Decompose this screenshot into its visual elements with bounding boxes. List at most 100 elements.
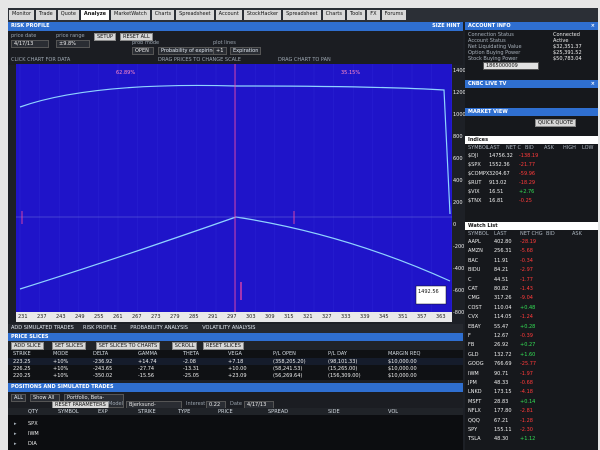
watch-symbol[interactable]: SPY (468, 427, 477, 433)
expiration-button[interactable]: Expiration (230, 47, 262, 55)
watch-list-title-text: Watch List (468, 223, 498, 229)
tab-monitor[interactable]: Monitor (9, 10, 35, 20)
watch-symbol[interactable]: BIDU (468, 267, 480, 273)
watch-symbol[interactable]: EBAY (468, 324, 481, 330)
watch-symbol[interactable]: F (468, 333, 471, 339)
tab-charts[interactable]: Charts (151, 10, 175, 20)
index-symbol[interactable]: $VIX (468, 189, 480, 195)
x-tick-label: 333 (341, 314, 351, 320)
watch-symbol[interactable]: GLD (468, 352, 479, 358)
index-symbol[interactable]: $SPX (468, 162, 481, 168)
y-tick-label: 1000 (453, 112, 466, 118)
y-tick-label: 200 (453, 200, 463, 206)
positions-header: QTY SYMBOL EXP STRIKE TYPE PRICE SPREAD SIDE VOL (8, 408, 463, 415)
watch-col-header: LAST (494, 231, 507, 237)
slice-button-add-slice[interactable]: ADD SLICE (11, 342, 44, 350)
watch-symbol[interactable]: CAT (468, 286, 478, 292)
price-range-field[interactable]: ±9.8% (56, 40, 90, 48)
tab-forums[interactable]: Forums (381, 10, 407, 20)
watch-symbol[interactable]: LNKD (468, 389, 482, 395)
probability-expiring-button[interactable]: Probability of expiring (158, 47, 219, 55)
watch-symbol[interactable]: COST (468, 305, 482, 311)
subtab-probability-analysis[interactable]: PROBABILITY ANALYSIS (130, 325, 188, 331)
market-view-title: MARKET VIEW (465, 108, 598, 116)
x-tick-label: 321 (303, 314, 313, 320)
expand-icon[interactable]: ▸ (14, 431, 17, 437)
index-symbol[interactable]: $COMPX (468, 171, 489, 177)
index-symbol[interactable]: $TNX (468, 198, 481, 204)
watch-net-change: +1.60 (520, 351, 536, 358)
watch-symbol[interactable]: MSFT (468, 399, 481, 405)
tab-analyze[interactable]: Analyze (80, 10, 109, 20)
watch-net-change: -2.30 (520, 427, 533, 433)
close-icon[interactable]: × (591, 22, 595, 30)
tab-charts[interactable]: Charts (322, 10, 345, 20)
watch-symbol[interactable]: JPM (468, 380, 477, 386)
analyze-panel: RISK PROFILE SIZE HINT price date 4/17/1… (8, 22, 466, 450)
account-number[interactable]: 1865000009 (483, 62, 539, 70)
top-label-right: 35.15% (341, 70, 360, 76)
watch-symbol[interactable]: GOOG (468, 361, 484, 367)
index-symbol[interactable]: $RUT (468, 180, 481, 186)
table-row[interactable]: ▸ IWM (8, 430, 463, 437)
tab-marketwatch[interactable]: MarketWatch (111, 10, 150, 20)
tab-fx[interactable]: FX (367, 10, 380, 20)
close-icon[interactable]: × (591, 80, 595, 88)
watch-symbol[interactable]: CVX (468, 314, 478, 320)
quick-quote-button[interactable]: QUICK QUOTE (535, 119, 577, 127)
tab-tools[interactable]: Tools (346, 10, 366, 20)
tab-trade[interactable]: Trade (36, 10, 56, 20)
x-tick-label: 345 (379, 314, 389, 320)
subtab-volatility-analysis[interactable]: VOLATILITY ANALYSIS (202, 325, 255, 331)
x-tick-label: 363 (436, 314, 446, 320)
price-date-field[interactable]: 4/17/13 (11, 40, 49, 48)
watch-symbol[interactable]: TSLA (468, 436, 481, 442)
subtab-risk-profile[interactable]: RISK PROFILE (83, 325, 117, 331)
x-tick-label: 315 (284, 314, 294, 320)
indices-col-header: SYMBOL (468, 145, 489, 151)
x-tick-label: 243 (56, 314, 66, 320)
setup-button[interactable]: SETUP (94, 33, 117, 41)
expand-icon[interactable]: ▸ (14, 421, 17, 427)
risk-profile-svg: 62.89% 35.15% 1492.56 (16, 64, 452, 312)
index-last: 3204.67 (489, 171, 510, 177)
tab-quote[interactable]: Quote (57, 10, 79, 20)
y-tick-label: 400 (453, 178, 463, 184)
watch-symbol[interactable]: NFLX (468, 408, 481, 414)
watch-symbol[interactable]: AMZN (468, 248, 483, 254)
table-row[interactable]: 226.25 +10% -243.65 -27.74 -13.31 +10.00 (58,2… (8, 365, 463, 372)
subtab-add-simulated-trades[interactable]: ADD SIMULATED TRADES (11, 325, 74, 331)
risk-profile-chart[interactable]: 62.89% 35.15% 1492.56 (16, 64, 452, 312)
slice-button-reset-slices[interactable]: RESET SLICES (203, 342, 244, 350)
index-last: 913.02 (489, 180, 507, 186)
tab-stockhacker[interactable]: StockHacker (243, 10, 282, 20)
prob-mode-field[interactable]: OPEN (132, 47, 154, 55)
plot-lines-field[interactable]: +1 (213, 47, 227, 55)
tab-spreadsheet[interactable]: Spreadsheet (176, 10, 214, 20)
watch-symbol[interactable]: CMG (468, 295, 480, 301)
expand-icon[interactable]: ▸ (14, 441, 17, 447)
watch-symbol[interactable]: FB (468, 342, 474, 348)
watch-net-change: -1.97 (520, 370, 533, 377)
tab-account[interactable]: Account (215, 10, 242, 20)
tab-spreadsheet[interactable]: Spreadsheet (283, 10, 321, 20)
watch-symbol[interactable]: AAPL (468, 239, 481, 245)
indices-col-header: LOW (582, 145, 594, 151)
watch-symbol[interactable]: QQQ (468, 418, 480, 424)
watch-symbol[interactable]: IWM (468, 371, 479, 377)
table-row[interactable]: ▸ DIA (8, 440, 463, 447)
slice-button-set-slices-to-charts[interactable]: SET SLICES TO CHARTS (95, 342, 161, 350)
top-label-left: 62.89% (116, 70, 135, 76)
watch-symbol[interactable]: C (468, 277, 472, 283)
index-last: 16.51 (489, 189, 504, 195)
risk-profile-titlebar: RISK PROFILE SIZE HINT (8, 22, 463, 31)
table-row[interactable]: 220.25 +10% -350.02 -15.56 -25.05 +23.09 (56,2… (8, 372, 463, 379)
watch-symbol[interactable]: BAC (468, 258, 478, 264)
index-symbol[interactable]: $DJI (468, 153, 478, 159)
table-row[interactable]: ▸ SPX (8, 420, 463, 427)
table-row[interactable]: 223.25 +10% -236.92 +14.74 -2.08 +7.18 (358,20… (8, 358, 463, 365)
group-select[interactable]: ALL (11, 394, 26, 402)
slice-button-scroll[interactable]: SCROLL (171, 342, 198, 350)
watch-net-change: +0.28 (520, 323, 536, 330)
slice-button-set-slices[interactable]: SET SLICES (51, 342, 87, 350)
